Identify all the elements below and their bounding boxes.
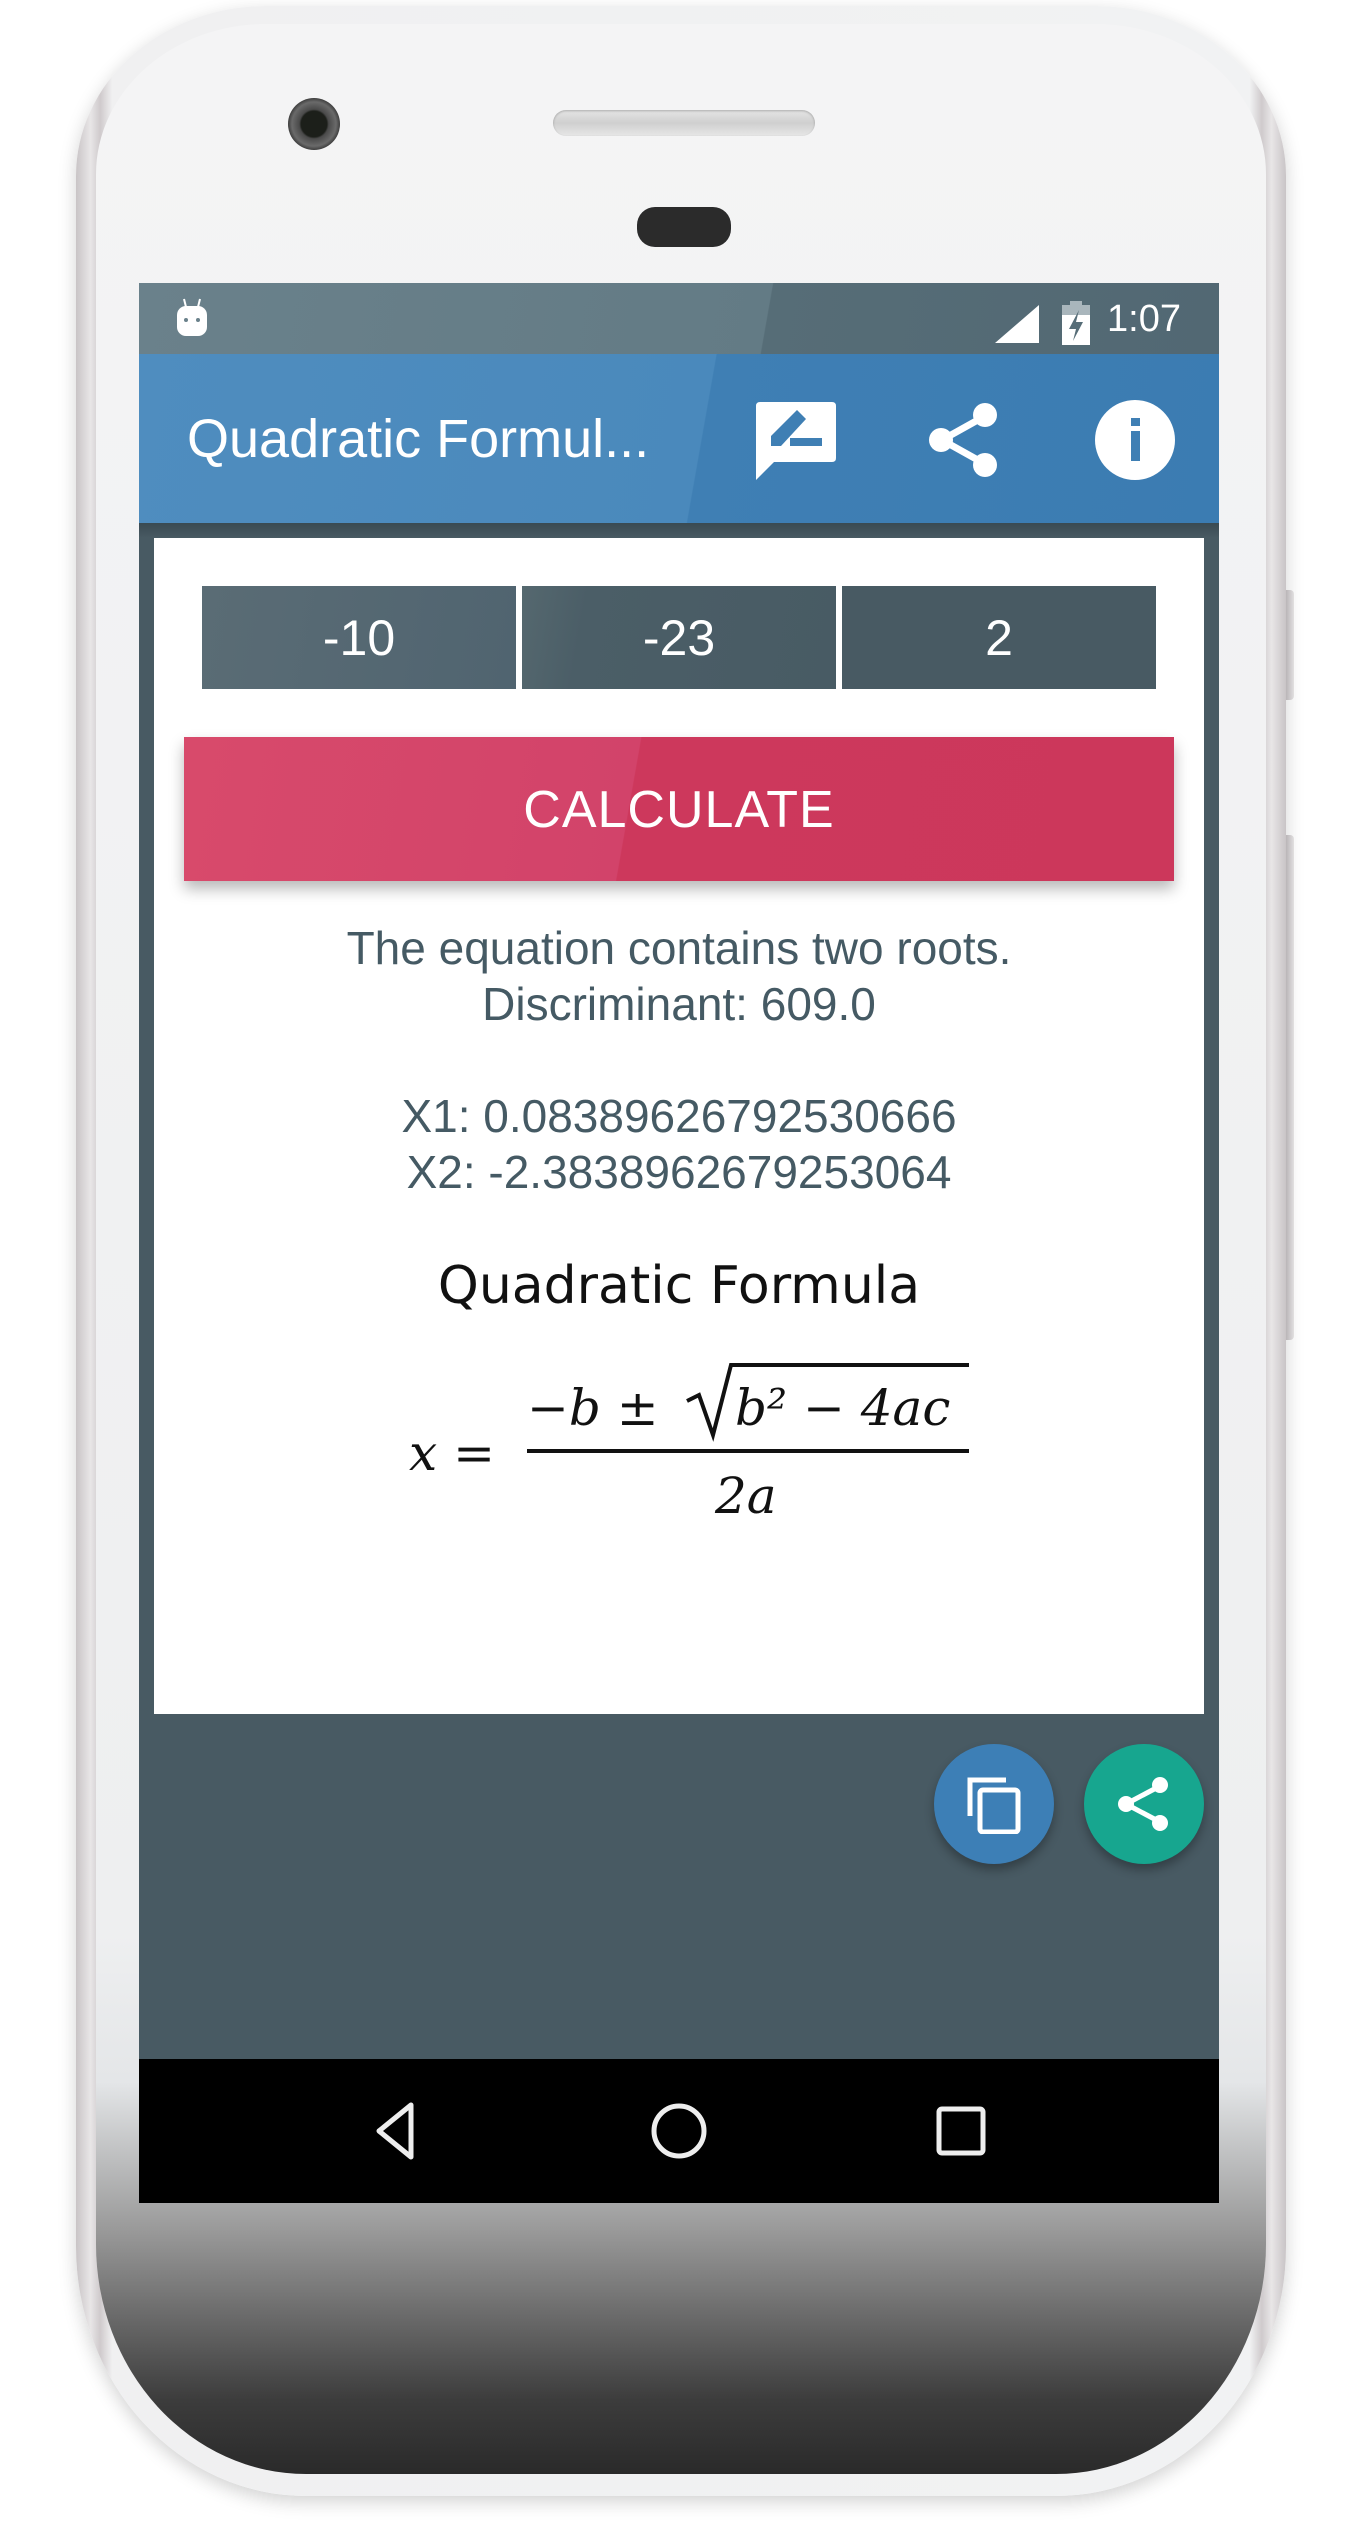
feedback-button[interactable] — [754, 398, 838, 482]
formula-denominator: 2a — [714, 1467, 777, 1525]
app-title: Quadratic Formul... — [187, 409, 650, 469]
root-x1-text: X1: 0.08389626792530666 — [401, 1090, 957, 1142]
earpiece-speaker — [553, 110, 815, 136]
home-icon — [651, 2103, 707, 2159]
copy-fab[interactable] — [934, 1744, 1054, 1864]
home-button[interactable] — [643, 2095, 715, 2167]
front-camera — [288, 98, 340, 150]
phone-screen: 1:07 Quadratic Formul... -10 -23 2 CALCU… — [139, 283, 1219, 2203]
app-bar: Quadratic Formul... — [139, 354, 1219, 523]
app-bar-shadow — [139, 523, 1219, 538]
navigation-bar — [139, 2059, 1219, 2203]
copy-icon — [967, 1777, 1021, 1834]
coefficient-b-input[interactable] — [522, 586, 836, 689]
battery-charging-icon — [1062, 301, 1090, 345]
info-icon — [1095, 400, 1175, 480]
status-bar: 1:07 — [139, 283, 1219, 354]
calculate-button[interactable]: CALCULATE — [184, 737, 1174, 881]
info-button[interactable] — [1093, 398, 1177, 482]
root-x2-text: X2: -2.3838962679253064 — [406, 1146, 952, 1198]
coefficient-c-input[interactable] — [842, 586, 1156, 689]
formula-neg-b: −b ± — [527, 1379, 659, 1437]
share-icon — [929, 403, 997, 477]
formula-radicand: b² − 4ac — [735, 1379, 950, 1437]
status-clock: 1:07 — [1107, 298, 1181, 340]
calculator-card: CALCULATE The equation contains two root… — [154, 538, 1204, 1714]
quadratic-formula-image: x = −b ± b² − 4ac 2a — [409, 1353, 969, 1533]
formula-lhs: x = — [409, 1424, 495, 1482]
power-button — [1286, 590, 1294, 700]
coefficient-inputs — [202, 586, 1156, 689]
recents-icon — [936, 2106, 986, 2156]
formula-title: Quadratic Formula — [437, 1256, 921, 1316]
rate-review-icon — [756, 402, 836, 480]
proximity-sensor — [637, 207, 731, 247]
discriminant-text: Discriminant: 609.0 — [482, 978, 876, 1030]
recents-button[interactable] — [925, 2095, 997, 2167]
share-icon — [1118, 1777, 1168, 1831]
coefficient-a-input[interactable] — [202, 586, 516, 689]
back-icon — [376, 2102, 414, 2160]
share-action-button[interactable] — [922, 398, 1006, 482]
volume-button — [1286, 835, 1294, 1340]
android-notification-icon — [177, 298, 207, 336]
result-summary: The equation contains two roots. — [346, 922, 1012, 974]
back-button[interactable] — [361, 2095, 433, 2167]
share-fab[interactable] — [1084, 1744, 1204, 1864]
signal-icon — [995, 305, 1039, 343]
